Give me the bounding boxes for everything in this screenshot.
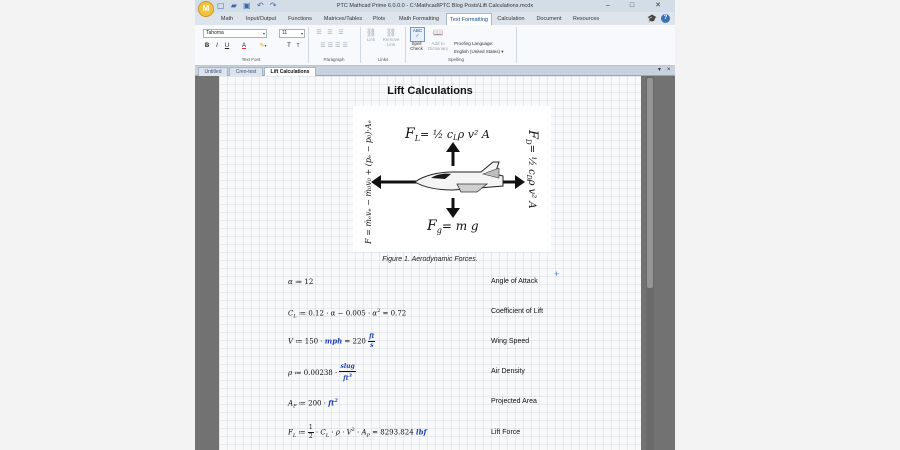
svg-text:FD= ½ cDρ v² A: FD= ½ cDρ v² A bbox=[524, 129, 540, 209]
quick-access-toolbar[interactable]: ▢ ▰ ▣ ↶ ↷ bbox=[217, 0, 279, 12]
add-to-dictionary-button[interactable]: 📖 Add to Dictionary bbox=[427, 26, 449, 56]
workspace: Lift Calculations FL= ½ cLρ v² A Fg= m g… bbox=[195, 76, 675, 450]
align-buttons[interactable]: ☰☰☰☰ bbox=[313, 42, 357, 50]
page-title: Lift Calculations bbox=[387, 85, 473, 97]
graduation-cap-icon[interactable]: 🎓 bbox=[647, 13, 657, 24]
bold-button[interactable]: B bbox=[203, 42, 211, 50]
label-coefficient-of-lift[interactable]: Coefficient of Lift bbox=[491, 308, 543, 315]
tab-plots[interactable]: Plots bbox=[370, 13, 388, 25]
minimize-button[interactable]: – bbox=[597, 0, 619, 12]
maximize-button[interactable]: □ bbox=[621, 0, 643, 12]
figure-caption: Figure 1. Aerodynamic Forces. bbox=[382, 256, 478, 263]
equation-projected-area[interactable]: AP ≔ 200 · ft2 bbox=[288, 398, 338, 410]
group-label-text-font: Text Font bbox=[241, 57, 261, 62]
equation-air-density[interactable]: ρ ≔ 0.00238 · slug ft3 bbox=[288, 363, 356, 383]
font-family-value: Tahoma bbox=[206, 30, 224, 36]
crosshair-cursor-icon: + bbox=[554, 269, 560, 279]
tab-matrices-tables[interactable]: Matrices/Tables bbox=[322, 13, 364, 25]
scrollbar-thumb[interactable] bbox=[647, 78, 653, 288]
chevron-down-icon: ▾ bbox=[264, 43, 267, 48]
jet-aircraft-icon bbox=[414, 161, 504, 193]
lift-arrowhead bbox=[446, 142, 460, 152]
link-icon: ⛓ bbox=[365, 28, 377, 37]
highlight-button[interactable]: ✎▾ bbox=[257, 42, 269, 50]
link-label: Link bbox=[366, 37, 376, 42]
italic-button[interactable]: I bbox=[213, 42, 221, 50]
chevron-down-icon: ▾ bbox=[501, 49, 504, 54]
book-icon: 📖 bbox=[433, 28, 443, 37]
tab-calculation[interactable]: Calculation bbox=[495, 13, 527, 25]
group-label-spelling: Spelling bbox=[447, 57, 464, 62]
font-size-select[interactable]: 11 ▾ bbox=[279, 29, 305, 38]
mathcad-window: PTC Mathcad Prime 6.0.0.0 - C:\Mathcad\P… bbox=[195, 0, 675, 450]
close-button[interactable]: ✕ bbox=[647, 0, 669, 12]
close-document-icon[interactable]: × bbox=[667, 66, 671, 75]
doc-tab-untitled[interactable]: Untitled bbox=[198, 67, 228, 76]
spell-check-icon: ABC ✓ bbox=[410, 27, 425, 42]
label-projected-area[interactable]: Projected Area bbox=[491, 398, 537, 405]
tab-functions[interactable]: Functions bbox=[286, 13, 314, 25]
font-color-button[interactable]: A bbox=[239, 42, 249, 50]
equation-lift-force[interactable]: FL ≔ 12 · CL · ρ · V2 · AP = 8293.824 lb… bbox=[288, 424, 426, 441]
proofing-language-label: Proofing Language: bbox=[454, 41, 494, 46]
document-tab-bar: Untitled Creo-test Lift Calculations ▾ × bbox=[195, 66, 675, 76]
list-format-buttons[interactable]: ☰ ☰ ☰ bbox=[313, 29, 349, 37]
doc-tab-creo-test[interactable]: Creo-test bbox=[229, 67, 263, 76]
add-to-dictionary-label-line2: Dictionary bbox=[427, 46, 448, 51]
underline-button[interactable]: U bbox=[223, 42, 231, 50]
app-logo-icon[interactable]: M bbox=[198, 1, 214, 17]
equation-coefficient-of-lift[interactable]: CL ≔ 0.12 · α − 0.005 · α2 = 0.72 bbox=[288, 308, 406, 320]
spell-check-button[interactable]: ABC ✓ Spell Check bbox=[407, 26, 426, 56]
remove-link-icon: ⛓ bbox=[385, 28, 397, 37]
chevron-down-icon: ▾ bbox=[262, 31, 265, 36]
proofing-language-select[interactable]: English (United States) ▾ bbox=[454, 49, 504, 54]
tab-math-formatting[interactable]: Math Formatting bbox=[396, 13, 442, 25]
svg-text:FL= ½ cLρ v² A: FL= ½ cLρ v² A bbox=[404, 126, 490, 143]
label-air-density[interactable]: Air Density bbox=[491, 368, 525, 375]
font-family-select[interactable]: Tahoma ▾ bbox=[203, 29, 267, 38]
doc-tab-lift-calculations[interactable]: Lift Calculations bbox=[264, 67, 316, 76]
tab-list-icon[interactable]: ▾ bbox=[658, 66, 661, 75]
right-margin bbox=[675, 0, 900, 450]
thrust-equation: F = ṁₑvₑ − ṁ₀v₀ + (pₑ − p₀)·Aₑ bbox=[364, 120, 373, 245]
left-margin bbox=[0, 0, 195, 450]
worksheet[interactable]: Lift Calculations FL= ½ cLρ v² A Fg= m g… bbox=[219, 76, 641, 450]
spell-check-label-line2: Check bbox=[410, 46, 423, 51]
equation-angle-of-attack[interactable]: α ≔ 12 bbox=[288, 278, 313, 286]
shrink-font-button[interactable]: T bbox=[294, 42, 302, 50]
drag-arrowhead bbox=[515, 175, 525, 189]
grow-font-button[interactable]: T bbox=[285, 42, 293, 50]
chevron-down-icon: ▾ bbox=[300, 31, 303, 36]
tab-resources[interactable]: Resources bbox=[571, 13, 601, 25]
title-bar: PTC Mathcad Prime 6.0.0.0 - C:\Mathcad\P… bbox=[195, 0, 675, 12]
label-angle-of-attack[interactable]: Angle of Attack bbox=[491, 278, 538, 285]
tab-document[interactable]: Document bbox=[535, 13, 563, 25]
tab-input-output[interactable]: Input/Output bbox=[244, 13, 278, 25]
remove-link-label-line2: Link bbox=[386, 42, 396, 47]
group-label-paragraph: Paragraph bbox=[323, 57, 345, 62]
help-icon[interactable]: ? bbox=[661, 14, 670, 23]
group-label-links: Links bbox=[377, 57, 389, 62]
tab-math[interactable]: Math bbox=[217, 13, 237, 25]
ribbon-tab-bar: Math Input/Output Functions Matrices/Tab… bbox=[195, 12, 675, 26]
label-lift-force[interactable]: Lift Force bbox=[491, 429, 520, 436]
aerodynamic-forces-figure: FL= ½ cLρ v² A Fg= m g F = ṁₑvₑ − ṁ₀v₀ +… bbox=[353, 106, 551, 252]
group-separator bbox=[516, 27, 517, 63]
label-wing-speed[interactable]: Wing Speed bbox=[491, 338, 529, 345]
weight-eq: = m g bbox=[442, 219, 479, 233]
equation-wing-speed[interactable]: V ≔ 150 · mph = 220 ft s bbox=[288, 333, 376, 350]
proofing-language-value: English (United States) bbox=[454, 49, 501, 54]
aircraft-forces-diagram: FL= ½ cLρ v² A Fg= m g F = ṁₑvₑ − ṁ₀v₀ +… bbox=[364, 120, 540, 245]
drag-eq: = ½ c bbox=[526, 145, 537, 175]
lift-eq: = ½ c bbox=[420, 128, 453, 141]
link-button[interactable]: ⛓ Link bbox=[362, 28, 380, 42]
weight-arrowhead bbox=[446, 208, 460, 218]
remove-link-button[interactable]: ⛓ Remove Link bbox=[380, 28, 402, 47]
ribbon-panel: Tahoma ▾ 11 ▾ B I U A ✎▾ T T Text Font ☰ ☰… bbox=[195, 25, 675, 66]
svg-text:Fg= m g: Fg= m g bbox=[426, 218, 479, 235]
font-size-value: 11 bbox=[282, 30, 288, 36]
